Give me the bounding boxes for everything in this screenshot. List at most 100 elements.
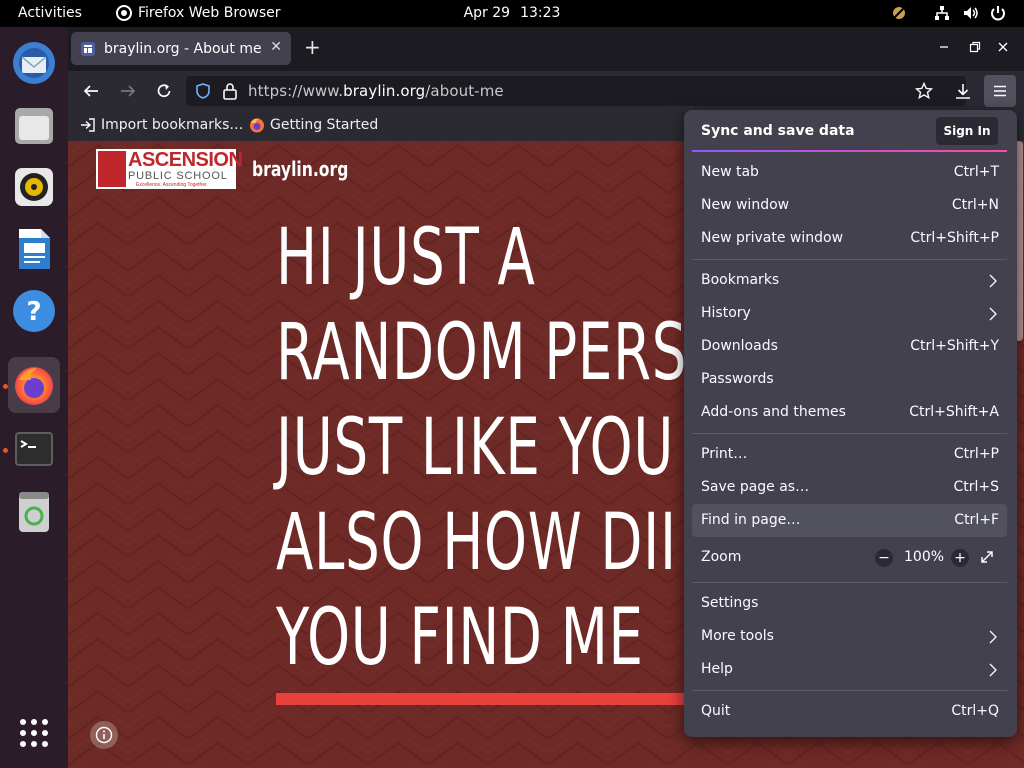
dock-trash[interactable] — [8, 483, 60, 539]
menu-separator — [692, 690, 1007, 691]
close-window-icon[interactable] — [995, 39, 1011, 55]
app-menu-button[interactable] — [984, 75, 1016, 107]
gnome-top-bar: Activities Firefox Web Browser Apr 29 13:… — [0, 0, 1024, 27]
url-text[interactable]: https://www.braylin.org/about-me — [248, 82, 504, 100]
shield-icon[interactable] — [194, 82, 212, 100]
site-name-link[interactable]: braylin.org — [252, 157, 348, 181]
menu-label: History — [701, 305, 751, 321]
mail-icon — [13, 42, 55, 84]
hamburger-icon — [994, 85, 1006, 97]
bookmark-import[interactable]: Import bookmarks… — [80, 117, 243, 133]
menu-more-tools[interactable]: More tools — [692, 620, 1007, 653]
menu-quit[interactable]: Quit Ctrl+Q — [692, 695, 1007, 728]
speaker-icon — [15, 168, 53, 206]
star-icon[interactable] — [915, 82, 933, 100]
menu-label: New tab — [701, 164, 759, 180]
url-prefix: https://www. — [248, 82, 344, 100]
logo-text-sub: PUBLIC SCHOOL — [128, 170, 228, 182]
dock-help[interactable]: ? — [8, 283, 60, 339]
download-icon[interactable] — [954, 82, 972, 100]
logo-text-main: ASCENSION — [128, 149, 243, 171]
dock-files[interactable] — [8, 97, 60, 153]
back-icon[interactable] — [82, 82, 100, 100]
site-favicon — [81, 41, 95, 56]
menu-label: Save page as… — [701, 479, 810, 495]
bookmark-label: Import bookmarks… — [101, 117, 244, 133]
svg-text:?: ? — [26, 297, 41, 327]
menu-new-private-window[interactable]: New private window Ctrl+Shift+P — [692, 222, 1007, 255]
reload-icon[interactable] — [155, 82, 173, 100]
import-icon — [81, 118, 95, 132]
close-tab-icon[interactable]: ✕ — [270, 39, 282, 55]
dock-thunderbird[interactable] — [8, 35, 60, 91]
menu-shortcut: Ctrl+F — [954, 512, 999, 528]
firefox-icon — [250, 118, 264, 133]
school-logo[interactable]: ASCENSION PUBLIC SCHOOL Excellence. Asce… — [96, 149, 243, 189]
menu-shortcut: Ctrl+P — [953, 446, 999, 462]
zoom-in-button[interactable]: + — [951, 549, 969, 567]
forward-icon[interactable] — [119, 82, 137, 100]
menu-find-in-page[interactable]: Find in page… Ctrl+F — [692, 504, 1007, 537]
minimize-icon[interactable] — [936, 39, 952, 55]
menu-shortcut: Ctrl+S — [953, 479, 999, 495]
dock-rhythmbox[interactable] — [8, 159, 60, 215]
accessibility-icon[interactable] — [890, 4, 908, 22]
menu-print[interactable]: Print… Ctrl+P — [692, 438, 1007, 471]
chevron-right-icon — [989, 274, 997, 288]
dock-terminal[interactable] — [8, 421, 60, 477]
menu-addons-themes[interactable]: Add-ons and themes Ctrl+Shift+A — [692, 396, 1007, 429]
zoom-out-button[interactable]: − — [875, 549, 893, 567]
tab-active[interactable]: braylin.org - About me ✕ — [71, 32, 291, 65]
dock-writer[interactable] — [8, 221, 60, 277]
logo-mark — [98, 151, 126, 187]
app-menu-panel: Sync and save data Sign In New tab Ctrl+T… — [684, 110, 1017, 737]
menu-label: Print… — [701, 446, 748, 462]
running-indicator — [3, 448, 8, 453]
info-button[interactable] — [90, 721, 118, 749]
chevron-right-icon — [989, 663, 997, 677]
zoom-level[interactable]: 100% — [904, 549, 944, 565]
menu-save-page-as[interactable]: Save page as… Ctrl+S — [692, 471, 1007, 504]
menu-label: Find in page… — [701, 512, 801, 528]
menu-label: Passwords — [701, 371, 774, 387]
lock-icon[interactable] — [222, 82, 238, 100]
menu-downloads[interactable]: Downloads Ctrl+Shift+Y — [692, 330, 1007, 363]
menu-label: Quit — [701, 703, 731, 719]
network-icon[interactable] — [933, 4, 951, 22]
menu-label: Bookmarks — [701, 272, 780, 288]
info-icon — [95, 726, 113, 744]
menu-passwords[interactable]: Passwords — [692, 363, 1007, 396]
menu-help[interactable]: Help — [692, 653, 1007, 686]
fullscreen-icon[interactable] — [979, 549, 995, 565]
new-tab-button[interactable]: + — [304, 37, 321, 57]
menu-label: Zoom — [701, 549, 742, 565]
url-bar[interactable]: https://www.braylin.org/about-me — [186, 76, 966, 106]
dock-firefox[interactable] — [8, 357, 60, 413]
dock: ? — [0, 27, 68, 768]
power-icon[interactable] — [989, 4, 1007, 22]
clock[interactable]: Apr 29 13:23 — [0, 5, 1024, 21]
bookmark-getting-started[interactable]: Getting Started — [249, 117, 378, 133]
menu-shortcut: Ctrl+Shift+P — [910, 230, 999, 246]
menu-zoom: Zoom − 100% + — [692, 541, 1007, 574]
menu-label: Add-ons and themes — [701, 404, 846, 420]
menu-history[interactable]: History — [692, 297, 1007, 330]
sync-title: Sync and save data — [701, 123, 855, 139]
sign-in-button[interactable]: Sign In — [936, 117, 998, 145]
menu-bookmarks[interactable]: Bookmarks — [692, 264, 1007, 297]
restore-icon[interactable] — [967, 39, 983, 55]
navigation-toolbar: https://www.braylin.org/about-me — [68, 71, 1024, 111]
terminal-icon — [15, 432, 53, 466]
volume-icon[interactable] — [962, 4, 980, 22]
menu-label: Downloads — [701, 338, 778, 354]
menu-label: New private window — [701, 230, 844, 246]
menu-shortcut: Ctrl+Shift+Y — [910, 338, 999, 354]
dock-app-grid[interactable] — [8, 705, 60, 761]
menu-label: New window — [701, 197, 790, 213]
menu-new-window[interactable]: New window Ctrl+N — [692, 189, 1007, 222]
menu-new-tab[interactable]: New tab Ctrl+T — [692, 156, 1007, 189]
menu-shortcut: Ctrl+Q — [951, 703, 999, 719]
menu-settings[interactable]: Settings — [692, 587, 1007, 620]
help-icon: ? — [13, 290, 55, 332]
chevron-right-icon — [989, 630, 997, 644]
